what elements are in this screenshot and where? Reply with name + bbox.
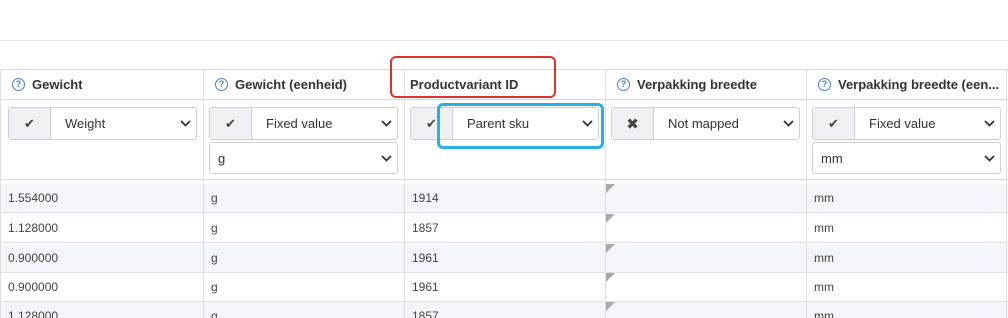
- chevron-down-icon: [375, 120, 397, 127]
- mapping-select[interactable]: ✖ Not mapped: [611, 107, 800, 140]
- mapping-area: ✖ Not mapped: [605, 100, 806, 180]
- empty-cell-marker: [606, 244, 615, 253]
- chevron-down-icon: [777, 120, 799, 127]
- column-divider: [404, 69, 405, 318]
- help-icon[interactable]: ?: [215, 78, 228, 91]
- column-header: ? Verpakking breedte: [605, 69, 806, 100]
- mapping-select-value: Fixed value: [266, 116, 333, 131]
- mapping-select[interactable]: ✔ Fixed value: [209, 107, 398, 140]
- column-header: ? Gewicht: [0, 69, 203, 100]
- chevron-down-icon: [174, 120, 196, 127]
- unit-select-value: mm: [821, 150, 843, 166]
- table-row: 1.128000 g 1857 mm: [0, 214, 1008, 243]
- table-cell[interactable]: g: [203, 302, 218, 318]
- empty-cell-marker: [606, 302, 615, 311]
- column-verpakking-breedte: ? Verpakking breedte ✖ Not mapped: [605, 69, 806, 180]
- table-cell[interactable]: 1.554000: [0, 184, 58, 213]
- column-header: ? Gewicht (eenheid): [203, 69, 404, 100]
- table-cell[interactable]: g: [203, 214, 218, 243]
- table-cell[interactable]: 1.128000: [0, 214, 58, 243]
- table-row: 1.554000 g 1914 mm: [0, 184, 1008, 213]
- table-cell[interactable]: mm: [806, 302, 834, 318]
- column-header: ? Verpakking breedte (een...: [806, 69, 1008, 100]
- help-icon[interactable]: ?: [12, 78, 25, 91]
- top-divider: [0, 40, 1008, 41]
- empty-cell-marker: [606, 273, 615, 282]
- x-icon[interactable]: ✖: [612, 108, 654, 139]
- mapping-select-value: Weight: [65, 116, 106, 131]
- unit-select[interactable]: mm: [812, 142, 1001, 174]
- highlight-box-red: [390, 56, 556, 98]
- column-gewicht: ? Gewicht ✔ Weight: [0, 69, 203, 180]
- mapping-select[interactable]: ✔ Weight: [8, 107, 197, 140]
- table-cell[interactable]: g: [203, 244, 218, 273]
- column-header-label: Gewicht: [32, 77, 83, 92]
- empty-cell-marker: [606, 184, 615, 193]
- column-divider: [605, 69, 606, 318]
- table-cell[interactable]: 1857: [404, 214, 439, 243]
- table-cell[interactable]: 1857: [404, 302, 439, 318]
- column-verpakking-breedte-eenheid: ? Verpakking breedte (een... ✔ Fixed val…: [806, 69, 1008, 180]
- empty-cell-marker: [606, 214, 615, 223]
- mapping-area: ✔ Weight: [0, 100, 203, 180]
- table-cell[interactable]: g: [203, 273, 218, 302]
- column-gewicht-eenheid: ? Gewicht (eenheid) ✔ Fixed value g: [203, 69, 404, 180]
- table-cell[interactable]: mm: [806, 244, 834, 273]
- table-cell[interactable]: 1961: [404, 273, 439, 302]
- help-icon[interactable]: ?: [818, 78, 831, 91]
- column-divider: [1006, 69, 1007, 318]
- unit-select-value: g: [218, 150, 226, 166]
- chevron-down-icon: [978, 120, 1000, 127]
- check-icon[interactable]: ✔: [813, 108, 855, 139]
- table-cell[interactable]: 1.128000: [0, 302, 58, 318]
- table-row: 1.128000 g 1857 mm: [0, 302, 1008, 318]
- chevron-down-icon: [978, 154, 1000, 162]
- check-icon[interactable]: ✔: [210, 108, 252, 139]
- unit-select[interactable]: g: [209, 142, 398, 174]
- table-cell[interactable]: 0.900000: [0, 244, 58, 273]
- chevron-down-icon: [375, 154, 397, 162]
- table-row: 0.900000 g 1961 mm: [0, 273, 1008, 302]
- table-cell[interactable]: g: [203, 184, 218, 213]
- column-header-label: Verpakking breedte (een...: [838, 77, 1000, 92]
- help-icon[interactable]: ?: [617, 78, 630, 91]
- column-divider: [806, 69, 807, 318]
- table-cell[interactable]: 1961: [404, 244, 439, 273]
- column-header-label: Gewicht (eenheid): [235, 77, 347, 92]
- mapping-select-value: Fixed value: [869, 116, 936, 131]
- table-cell[interactable]: mm: [806, 214, 834, 243]
- mapping-area: ✔ Fixed value mm: [806, 100, 1008, 180]
- mapping-select[interactable]: ✔ Fixed value: [812, 107, 1001, 140]
- mapping-select-value: Not mapped: [668, 116, 739, 131]
- mapping-area: ✔ Fixed value g: [203, 100, 404, 180]
- highlight-box-blue: [437, 103, 604, 149]
- table-cell[interactable]: mm: [806, 184, 834, 213]
- table-cell[interactable]: 0.900000: [0, 273, 58, 302]
- column-divider: [0, 69, 1, 318]
- check-icon[interactable]: ✔: [9, 108, 51, 139]
- table-cell[interactable]: mm: [806, 273, 834, 302]
- table-row: 0.900000 g 1961 mm: [0, 244, 1008, 273]
- table-cell[interactable]: 1914: [404, 184, 439, 213]
- column-divider: [203, 69, 204, 318]
- column-header-label: Verpakking breedte: [637, 77, 757, 92]
